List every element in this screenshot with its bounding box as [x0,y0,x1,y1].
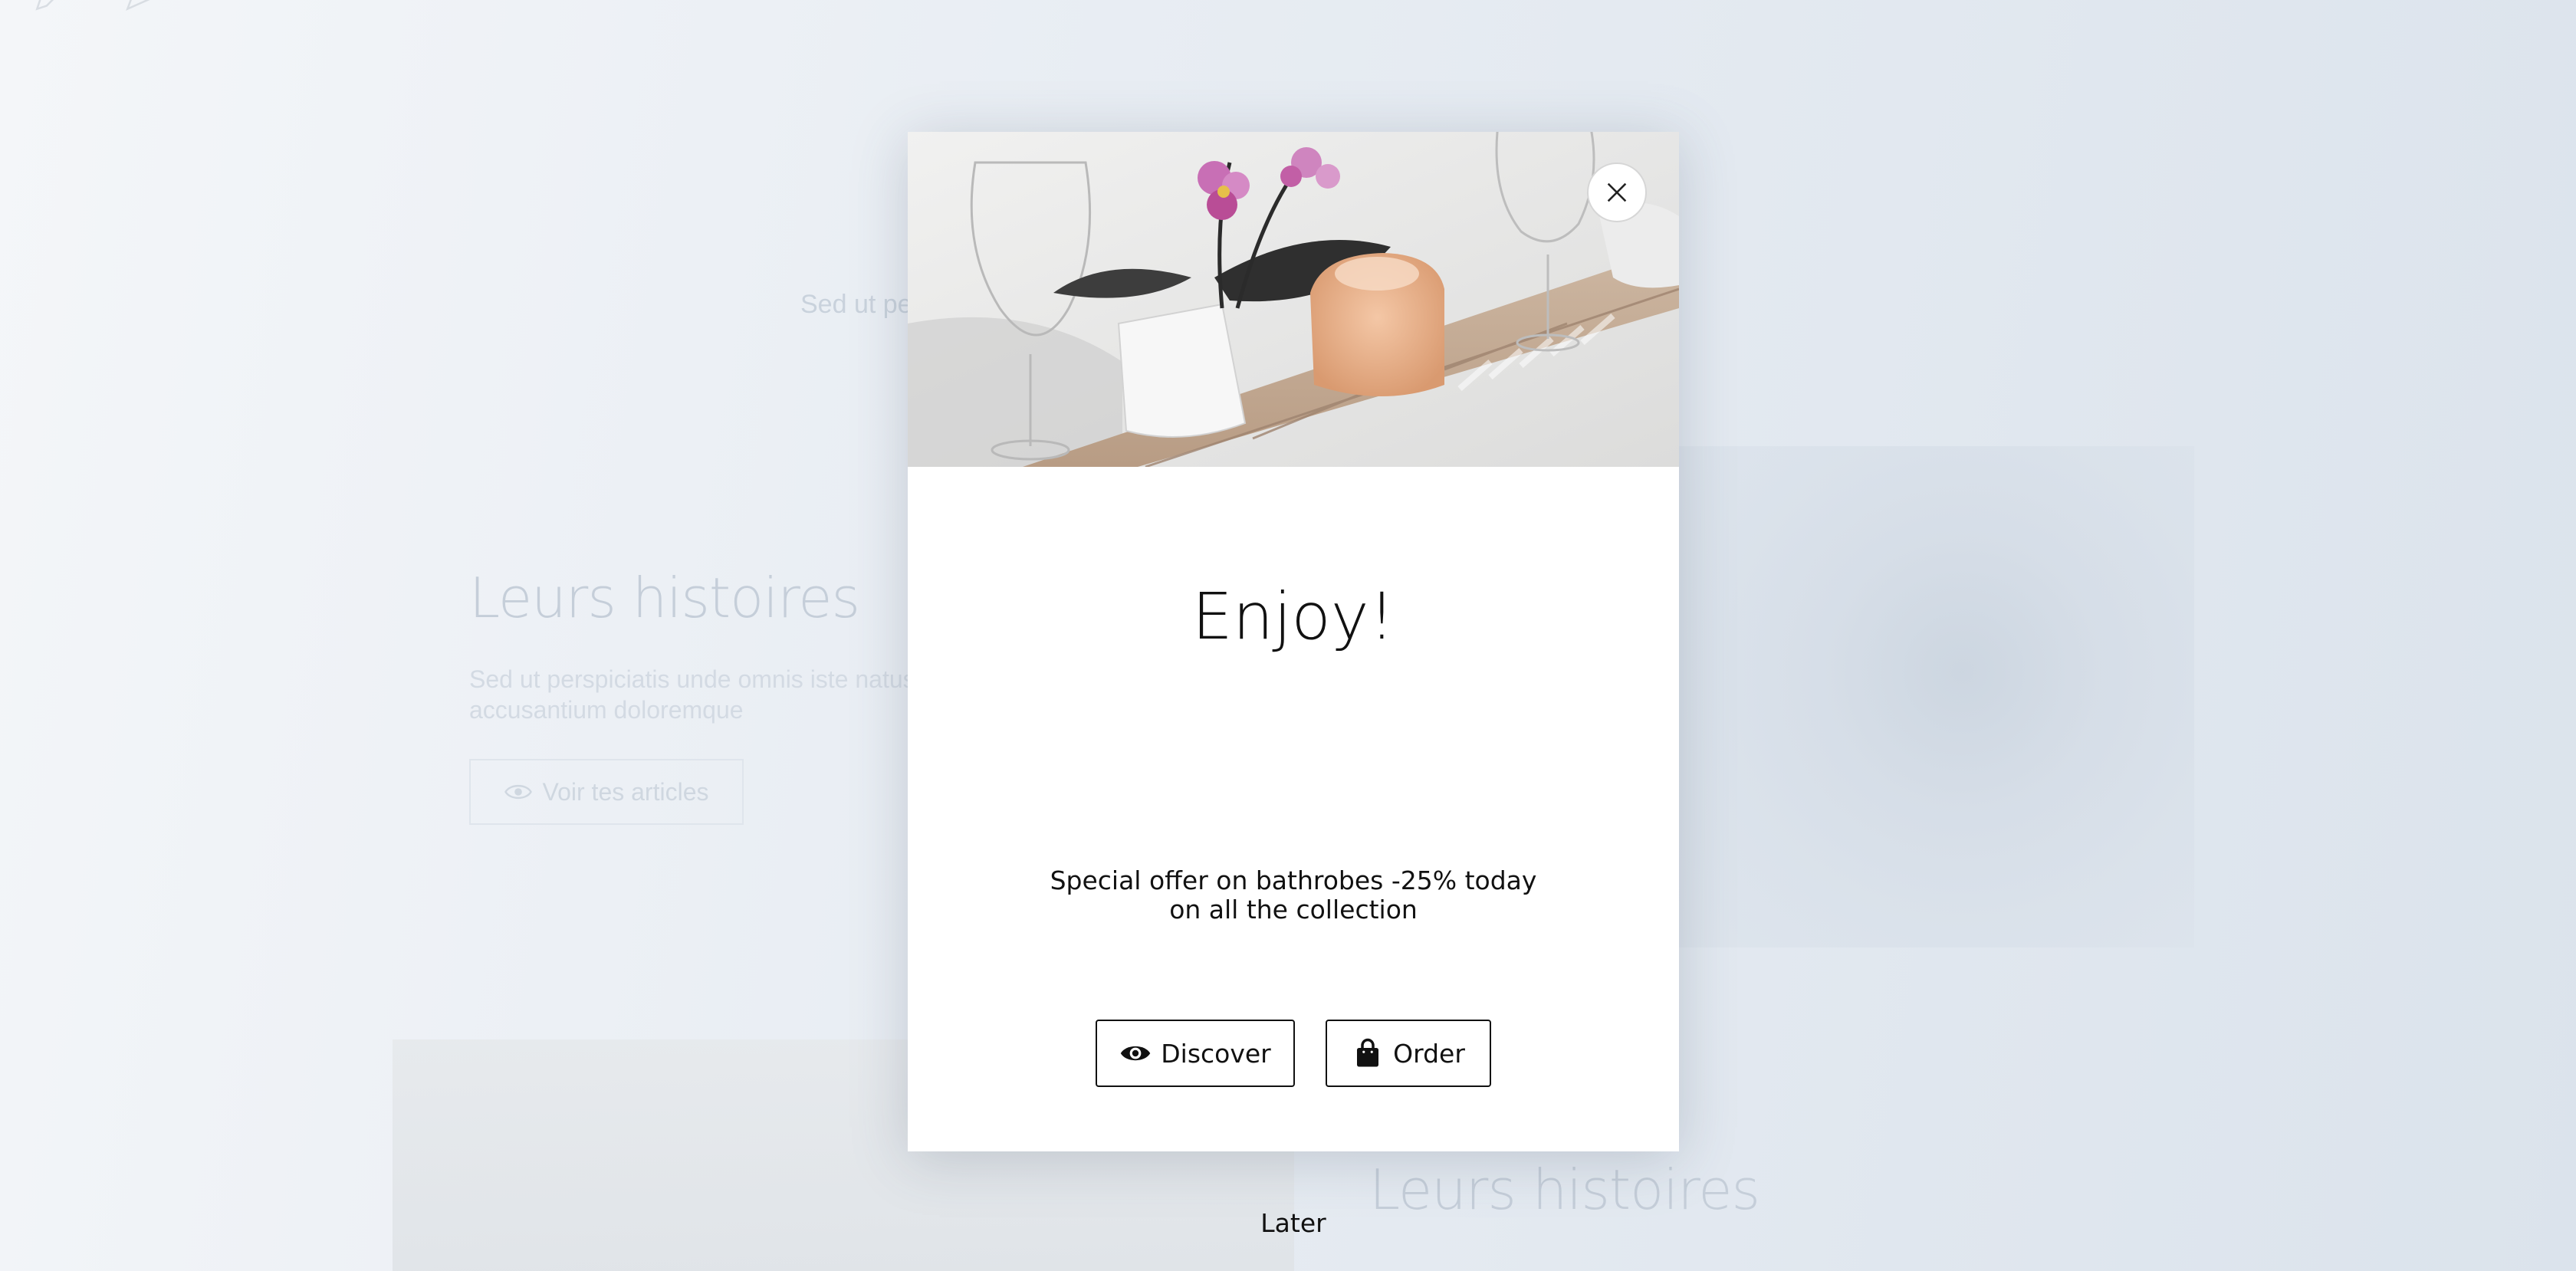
order-button[interactable]: Order [1326,1020,1491,1087]
nav-item-edit[interactable] [31,0,69,23]
shopping-bag-icon [1357,1038,1379,1067]
section-heading: Leurs histoires [469,566,860,630]
see-articles-button[interactable]: Voir tes articles [469,759,744,825]
later-link[interactable]: Later [908,1208,1679,1238]
modal-actions: Discover Order [908,1020,1679,1087]
promo-modal: Enjoy! Special offer on bathrobes -25% t… [908,132,1679,1238]
modal-offer-text: Special offer on bathrobes -25% today on… [1050,865,1537,925]
order-label: Order [1393,1038,1465,1069]
close-button[interactable] [1587,163,1647,222]
pencil-icon [35,0,54,11]
close-icon [1607,182,1627,202]
modal-title: Enjoy! [1191,579,1395,654]
background-image-portrait [1679,446,2194,948]
bath-tray-illustration [908,132,1679,467]
see-articles-label: Voir tes articles [542,777,709,806]
send-icon [126,0,150,11]
eye-icon [504,784,532,800]
top-navigation [31,0,161,23]
discover-label: Discover [1161,1038,1271,1069]
hero-image [908,132,1679,467]
eye-icon [1120,1046,1151,1061]
discover-button[interactable]: Discover [1096,1020,1295,1087]
nav-item-send[interactable] [123,0,161,23]
